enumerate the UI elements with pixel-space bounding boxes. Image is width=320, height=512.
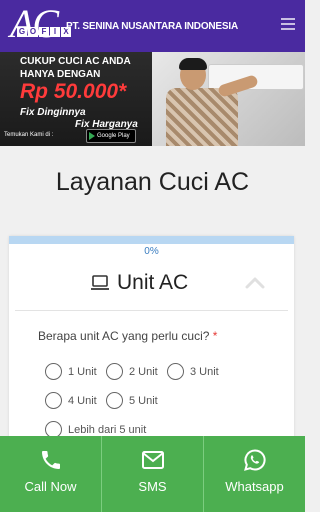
sms-button[interactable]: SMS	[102, 436, 204, 512]
option-1-unit[interactable]: 1 Unit	[45, 363, 97, 380]
required-marker: *	[212, 329, 218, 343]
google-play-label: Google Play	[97, 133, 130, 139]
progress-bar	[9, 236, 294, 244]
page-title: Layanan Cuci AC	[55, 168, 250, 196]
technician-hair	[179, 58, 207, 70]
progress-label: 0%	[144, 246, 159, 257]
option-label: 2 Unit	[129, 365, 158, 378]
section-title: Unit AC	[117, 271, 189, 294]
brand-logo[interactable]: AC G O F I X	[8, 1, 71, 46]
question-label: Berapa unit AC yang perlu cuci? *	[38, 329, 217, 343]
radio-button[interactable]	[45, 363, 62, 380]
banner-find-us: Temukan Kami di :	[4, 132, 54, 138]
banner-tagline-1: Fix Dinginnya	[20, 107, 86, 118]
logo-ac-text: AC	[10, 1, 59, 46]
option-label: Lebih dari 5 unit	[68, 423, 147, 436]
radio-button[interactable]	[106, 363, 123, 380]
banner-text-panel: CUKUP CUCI AC ANDA HANYA DENGAN Rp 50.00…	[0, 52, 152, 146]
option-label: 5 Unit	[129, 394, 158, 407]
logo-letter: O	[28, 27, 38, 37]
option-3-unit[interactable]: 3 Unit	[167, 363, 219, 380]
promo-banner[interactable]: CUKUP CUCI AC ANDA HANYA DENGAN Rp 50.00…	[0, 52, 305, 146]
call-now-button[interactable]: Call Now	[0, 436, 102, 512]
chevron-up-icon[interactable]	[245, 277, 265, 289]
radio-button[interactable]	[106, 392, 123, 409]
call-now-label: Call Now	[24, 479, 77, 494]
technician-image	[166, 88, 238, 146]
section-header[interactable]: Unit AC	[9, 266, 294, 302]
radio-button[interactable]	[45, 392, 62, 409]
laptop-icon	[91, 275, 109, 290]
hamburger-menu-icon[interactable]	[281, 18, 295, 30]
header-bar: AC G O F I X PT. SENINA NUSANTARA INDONE…	[0, 0, 305, 52]
whatsapp-label: Whatsapp	[225, 479, 284, 494]
option-label: 4 Unit	[68, 394, 97, 407]
option-4-unit[interactable]: 4 Unit	[45, 392, 97, 409]
banner-price: Rp 50.000*	[20, 80, 127, 103]
option-label: 3 Unit	[190, 365, 219, 378]
logo-gofix-letters: G O F I X	[17, 27, 71, 37]
option-label: 1 Unit	[68, 365, 97, 378]
section-divider	[15, 310, 288, 311]
question-text: Berapa unit AC yang perlu cuci?	[38, 329, 210, 343]
google-play-badge[interactable]: Google Play	[86, 129, 136, 143]
sms-label: SMS	[138, 479, 167, 494]
radio-button[interactable]	[167, 363, 184, 380]
banner-photo	[152, 52, 305, 146]
play-store-icon	[89, 132, 95, 140]
option-5-unit[interactable]: 5 Unit	[106, 392, 158, 409]
banner-line-2: HANYA DENGAN	[20, 69, 101, 80]
company-name: PT. SENINA NUSANTARA INDONESIA	[66, 21, 238, 32]
option-2-unit[interactable]: 2 Unit	[106, 363, 158, 380]
logo-letter: F	[39, 27, 49, 37]
mail-icon	[141, 451, 164, 469]
whatsapp-icon	[243, 449, 266, 471]
bottom-contact-bar: Call Now SMS Whatsapp	[0, 436, 305, 512]
logo-letter: G	[17, 27, 27, 37]
phone-icon	[41, 451, 60, 469]
logo-letter: I	[50, 27, 60, 37]
banner-line-1: CUKUP CUCI AC ANDA	[20, 56, 131, 67]
whatsapp-button[interactable]: Whatsapp	[204, 436, 305, 512]
